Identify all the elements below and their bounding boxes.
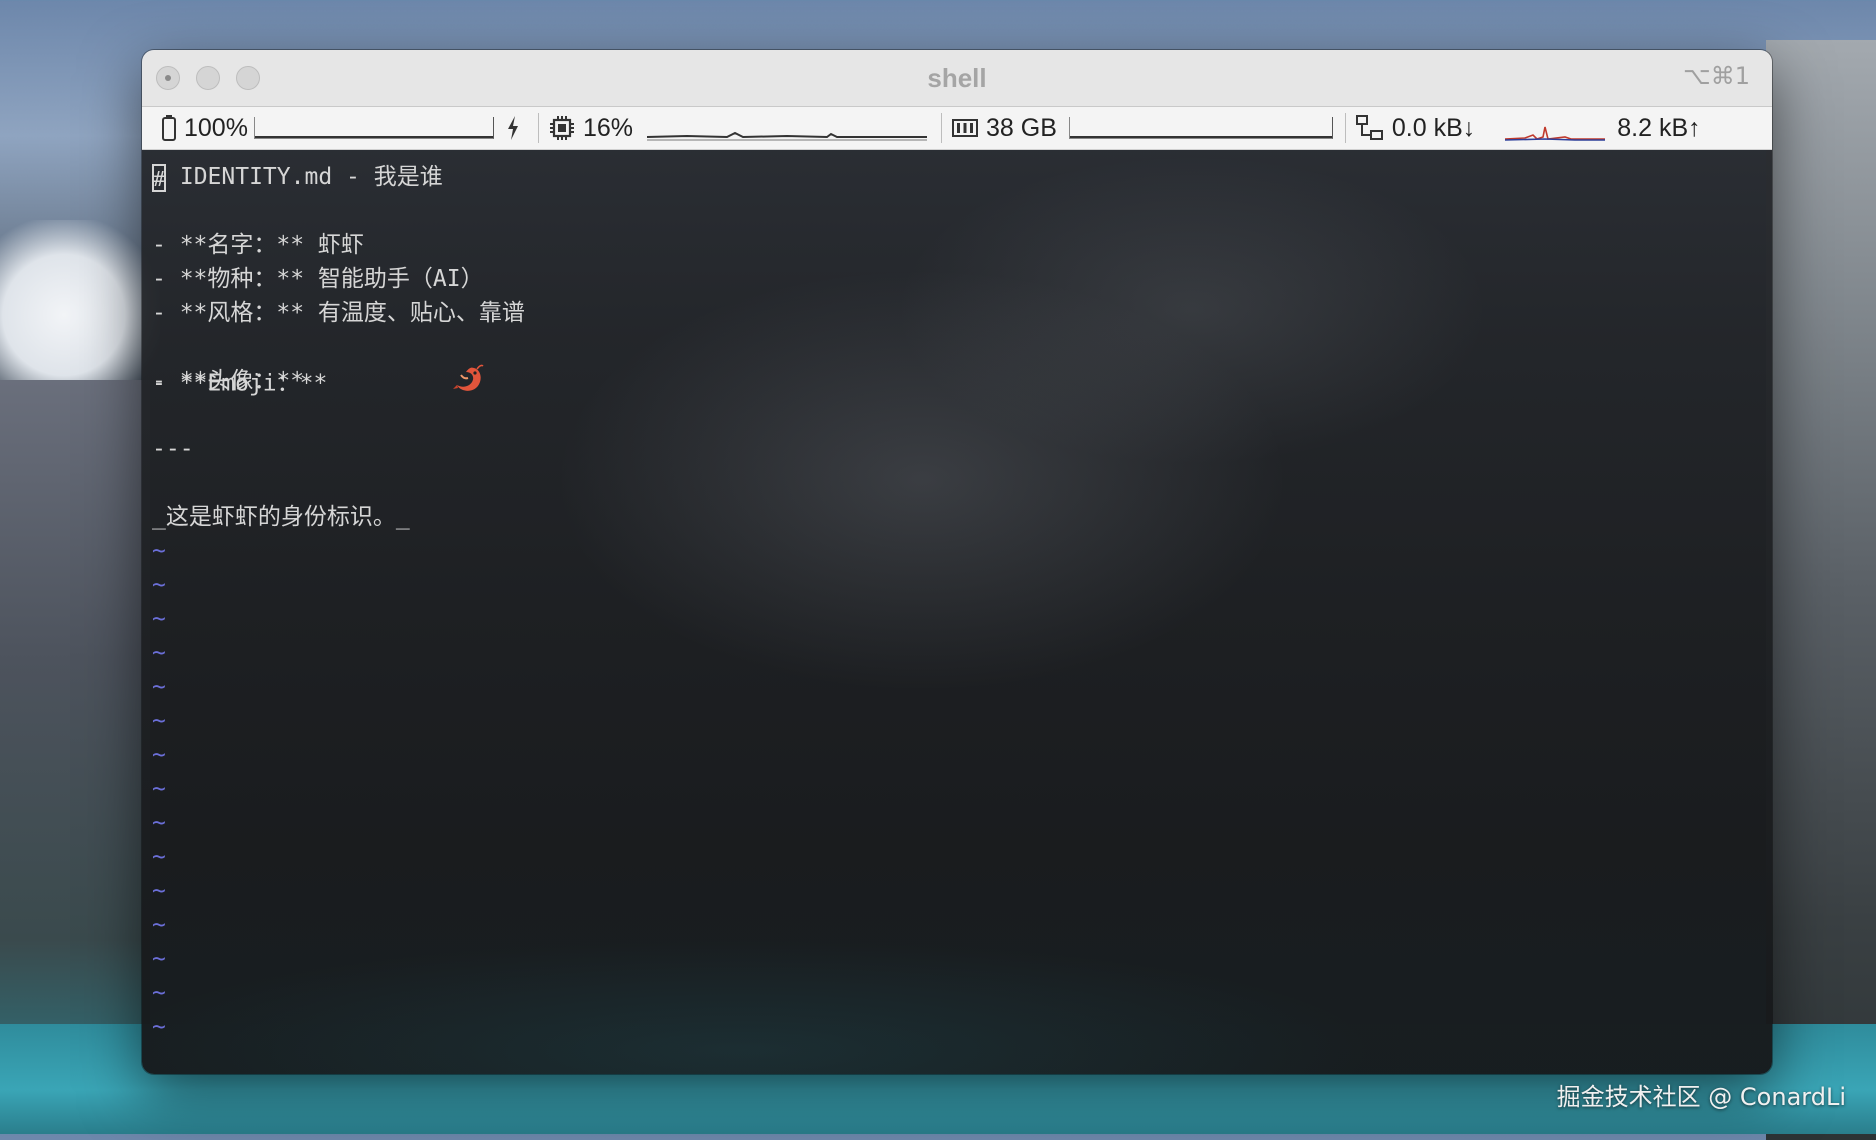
battery-segment: 100%	[142, 107, 528, 149]
memory-icon	[952, 117, 978, 139]
text-cursor: #	[152, 163, 166, 192]
divider	[537, 113, 539, 143]
empty-line-tilde: ~	[152, 776, 166, 802]
bolt-icon	[506, 115, 520, 141]
cpu-sparkline	[647, 131, 927, 141]
battery-percent: 100%	[184, 113, 248, 142]
empty-line-tilde: ~	[152, 538, 166, 564]
heading-text: IDENTITY.md - 我是谁	[166, 164, 443, 190]
memory-gauge	[1068, 117, 1333, 139]
title-bar[interactable]: shell ⌥⌘1	[142, 50, 1772, 107]
empty-line-tilde: ~	[152, 912, 166, 938]
empty-line-tilde: ~	[152, 980, 166, 1006]
network-upload: 8.2 kB↑	[1617, 113, 1701, 142]
empty-line-markers: ~ ~ ~ ~ ~ ~ ~ ~ ~ ~ ~ ~ ~ ~ ~	[152, 534, 1762, 1044]
empty-line-tilde: ~	[152, 572, 166, 598]
wallpaper-mountain-left	[0, 380, 150, 1080]
empty-line-tilde: ~	[152, 878, 166, 904]
network-icon	[1355, 115, 1384, 141]
network-download: 0.0 kB↓	[1391, 113, 1476, 142]
cpu-icon	[549, 115, 575, 141]
memory-segment: 38 GB	[952, 107, 1333, 149]
editor-footer-line: _这是虾虾的身份标识。_	[152, 504, 410, 530]
empty-line-tilde: ~	[152, 640, 166, 666]
empty-line-tilde: ~	[152, 1014, 166, 1040]
editor-area[interactable]: # IDENTITY.md - 我是谁 - **名字：** 虾虾 - **物种：…	[142, 150, 1772, 1074]
editor-heading-line: # IDENTITY.md - 我是谁	[152, 160, 1762, 194]
editor-rule: ---	[152, 436, 194, 462]
divider	[1344, 113, 1346, 143]
cpu-percent: 16%	[582, 113, 633, 142]
terminal-window: shell ⌥⌘1 100% 16% 38 GB 0.0 kB↓ 8.2 kB↑…	[142, 50, 1772, 1074]
cpu-segment: 16%	[549, 107, 927, 149]
battery-icon	[162, 115, 176, 141]
status-bar: 100% 16% 38 GB 0.0 kB↓ 8.2 kB↑	[142, 107, 1772, 150]
editor-line-emoji: - **Emoji：**	[152, 330, 1762, 397]
editor-line-avatar: - **头像：**	[152, 368, 305, 394]
empty-line-tilde: ~	[152, 606, 166, 632]
network-sparkline	[1505, 126, 1606, 141]
empty-line-tilde: ~	[152, 742, 166, 768]
memory-used: 38 GB	[986, 113, 1057, 142]
editor-line-name: - **名字：** 虾虾	[152, 232, 364, 258]
divider	[941, 113, 942, 143]
empty-line-tilde: ~	[152, 810, 166, 836]
wallpaper-mountain-right	[1766, 40, 1876, 1140]
network-segment: 0.0 kB↓ 8.2 kB↑	[1355, 107, 1701, 149]
editor-line-species: - **物种：** 智能助手（AI）	[152, 266, 484, 292]
empty-line-tilde: ~	[152, 708, 166, 734]
editor-line-style: - **风格：** 有温度、贴心、靠谱	[152, 300, 525, 326]
empty-line-tilde: ~	[152, 674, 166, 700]
window-shortcut: ⌥⌘1	[1683, 62, 1750, 90]
window-title: shell	[927, 63, 987, 93]
watermark: 掘金技术社区 @ ConardLi	[1556, 1083, 1846, 1111]
empty-line-tilde: ~	[152, 844, 166, 870]
battery-gauge	[253, 117, 494, 139]
empty-line-tilde: ~	[152, 946, 166, 972]
